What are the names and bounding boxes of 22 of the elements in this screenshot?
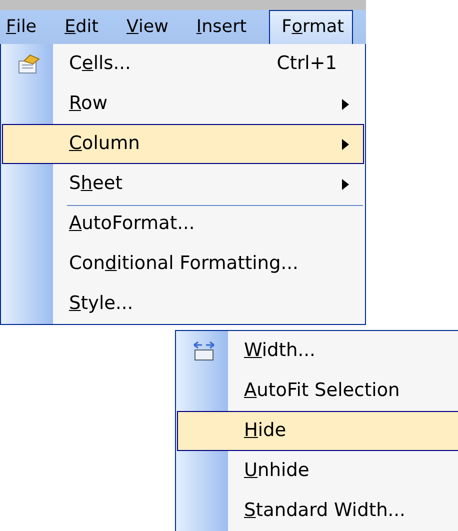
menu-item[interactable]: Conditional Formatting... — [2, 244, 364, 284]
format-cells-icon — [18, 54, 40, 74]
menu-item[interactable]: Unhide — [177, 451, 458, 491]
menu-item[interactable]: Row — [2, 84, 364, 124]
menu-item[interactable]: Hide — [177, 411, 458, 451]
menu-item[interactable]: Cells... Ctrl+1 — [2, 44, 364, 84]
menu-bar-item[interactable]: View — [120, 10, 182, 44]
menu-item[interactable]: Style... — [2, 284, 364, 324]
menu-item[interactable]: Standard Width... — [177, 491, 458, 531]
menu-bar-item[interactable]: Edit — [58, 10, 112, 44]
menu-item[interactable]: Column — [2, 124, 364, 164]
column-width-icon — [193, 341, 215, 361]
menu-item[interactable]: AutoFit Selection — [177, 371, 458, 411]
shortcut-label: Ctrl+1 — [276, 52, 338, 76]
submenu-arrow-icon — [342, 178, 349, 190]
submenu-arrow-icon — [342, 138, 349, 150]
menu-item[interactable]: Sheet — [2, 164, 364, 204]
menu-bar-item[interactable]: File — [0, 10, 50, 44]
menu-bar-item[interactable]: Format — [268, 10, 353, 44]
menu-bar-item[interactable]: Insert — [190, 10, 260, 44]
submenu-arrow-icon — [342, 98, 349, 110]
menu-item[interactable]: Width... — [177, 331, 458, 371]
